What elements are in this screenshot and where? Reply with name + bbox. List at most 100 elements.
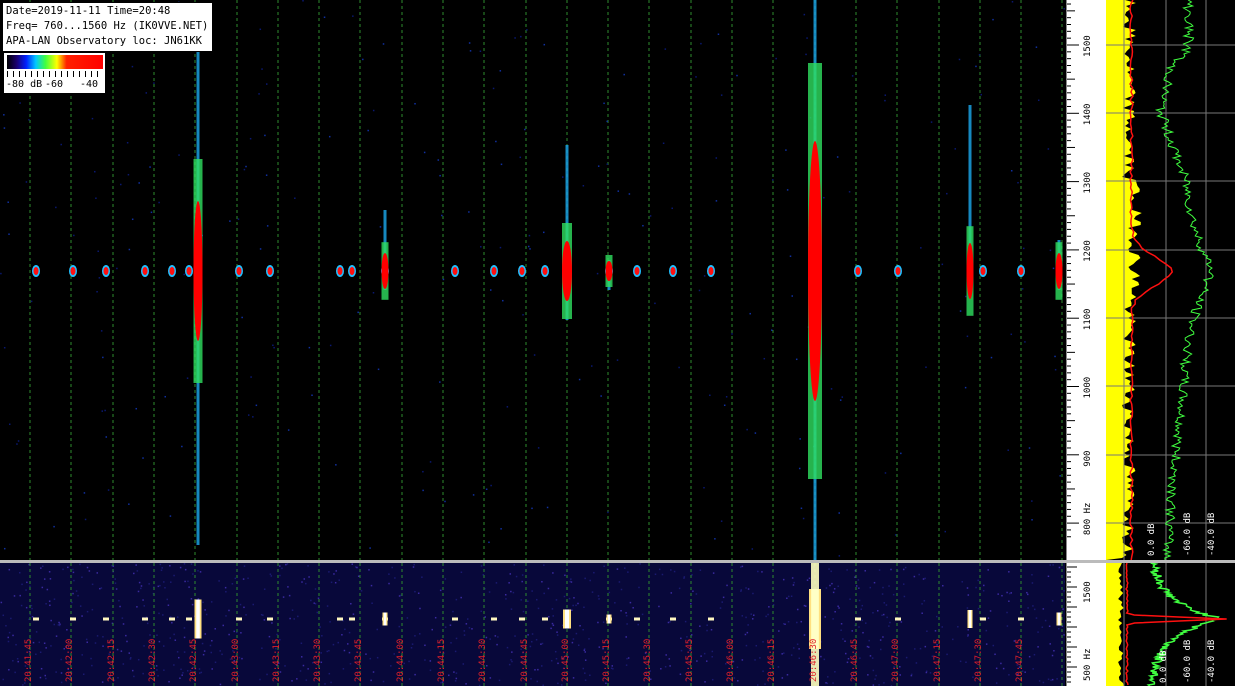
wide-noise-speck <box>793 581 795 584</box>
noise-speck <box>930 121 933 123</box>
wide-noise-speck <box>570 578 572 580</box>
wide-noise-speck <box>10 617 12 620</box>
info-observatory: APA-LAN Observatory loc: JN61KK <box>6 35 202 47</box>
wide-noise-speck <box>505 598 507 600</box>
noise-speck <box>717 33 720 36</box>
wide-noise-speck <box>737 680 739 682</box>
wide-noise-speck <box>572 604 574 607</box>
wide-noise-speck <box>18 571 21 574</box>
wide-noise-speck <box>882 636 884 638</box>
wide-noise-speck <box>128 652 131 654</box>
wide-noise-speck <box>219 683 222 686</box>
wide-noise-speck <box>118 599 120 602</box>
wide-noise-speck <box>240 632 242 634</box>
wide-waterfall[interactable]: 20:41:45 20:42:00 20:42:15 20:42:30 20:42:45… <box>0 563 1065 686</box>
signal-blip <box>708 267 714 275</box>
wide-noise-speck <box>582 667 585 670</box>
noise-speck <box>944 530 947 533</box>
noise-speck <box>1031 519 1033 521</box>
noise-speck <box>258 93 260 95</box>
signal-blip <box>169 267 175 275</box>
wide-noise-speck <box>874 678 876 680</box>
noise-speck <box>749 312 751 315</box>
color-legend: -80 dB -60 -40 <box>3 52 106 94</box>
wide-noise-speck <box>741 565 744 568</box>
wide-signal-blip <box>169 617 175 621</box>
signal-blip <box>491 267 497 275</box>
noise-speck <box>8 423 11 426</box>
noise-speck <box>245 165 247 168</box>
wide-noise-speck <box>201 642 204 645</box>
noise-speck <box>372 292 375 294</box>
wide-noise-speck <box>683 577 685 579</box>
wide-noise-speck <box>847 657 850 660</box>
wide-noise-speck <box>910 673 913 676</box>
wide-noise-speck <box>369 657 372 660</box>
wide-signal-blip <box>542 617 548 621</box>
wide-noise-speck <box>880 648 882 651</box>
wide-noise-speck <box>762 670 764 673</box>
wide-noise-speck <box>625 612 627 614</box>
wide-noise-speck <box>504 594 507 596</box>
noise-speck <box>259 248 262 250</box>
wide-noise-speck <box>888 625 890 627</box>
wide-noise-speck <box>39 651 42 654</box>
color-scale-ticks <box>7 71 103 77</box>
wide-noise-speck <box>577 602 579 605</box>
wide-noise-speck <box>665 654 667 656</box>
wide-noise-speck <box>512 591 515 594</box>
wide-noise-speck <box>1033 608 1036 611</box>
noise-speck <box>323 16 326 19</box>
wide-noise-speck <box>851 630 853 632</box>
wide-noise-speck <box>1026 593 1029 596</box>
wide-waterfall-plot <box>0 563 1065 686</box>
wide-noise-speck <box>41 586 44 589</box>
wide-noise-speck <box>537 607 540 610</box>
wide-noise-speck <box>394 577 396 579</box>
wide-noise-speck <box>741 615 744 617</box>
time-label: 20:46:00 <box>726 638 736 682</box>
wide-noise-speck <box>967 629 969 631</box>
wide-noise-speck <box>868 639 870 642</box>
wide-noise-speck <box>890 568 892 571</box>
noise-speck <box>138 182 140 184</box>
noise-speck <box>7 201 9 203</box>
wide-noise-speck <box>989 610 992 612</box>
noise-speck <box>492 87 495 90</box>
noise-speck <box>600 395 602 397</box>
main-waterfall[interactable]: Date=2019-11-11 Time=20:48 Freq= 760...1… <box>0 0 1065 560</box>
wide-noise-speck <box>598 598 600 600</box>
noise-speck <box>671 207 673 210</box>
wide-noise-speck <box>543 592 545 595</box>
wide-noise-speck <box>357 575 360 578</box>
noise-speck <box>1054 355 1056 358</box>
time-label: 20:44:30 <box>478 638 488 682</box>
noise-speck <box>946 192 948 195</box>
noise-speck <box>265 83 268 85</box>
wide-noise-speck <box>337 641 339 644</box>
wide-noise-speck <box>514 635 516 637</box>
wide-noise-speck <box>448 674 450 677</box>
wide-noise-speck <box>12 634 14 637</box>
noise-speck <box>1010 333 1013 336</box>
wide-signal-blip <box>337 617 343 621</box>
wide-noise-speck <box>1026 591 1028 594</box>
noise-speck <box>273 346 275 349</box>
legend-low-label: -80 dB <box>6 79 43 90</box>
noise-speck <box>841 396 844 398</box>
wide-meteor-core <box>1057 612 1061 626</box>
wide-noise-speck <box>747 588 750 590</box>
wide-noise-speck <box>902 568 905 571</box>
wide-noise-speck <box>597 595 600 597</box>
noise-speck <box>101 410 104 412</box>
wide-noise-speck <box>704 681 706 683</box>
wide-noise-speck <box>176 651 179 653</box>
wide-noise-speck <box>985 643 988 645</box>
noise-speck <box>848 191 851 193</box>
wide-noise-speck <box>158 612 160 615</box>
time-label: 20:45:30 <box>643 638 653 682</box>
noise-speck <box>100 330 103 332</box>
wide-noise-speck <box>669 621 671 623</box>
noise-speck <box>495 140 497 143</box>
wide-noise-speck <box>554 650 557 653</box>
